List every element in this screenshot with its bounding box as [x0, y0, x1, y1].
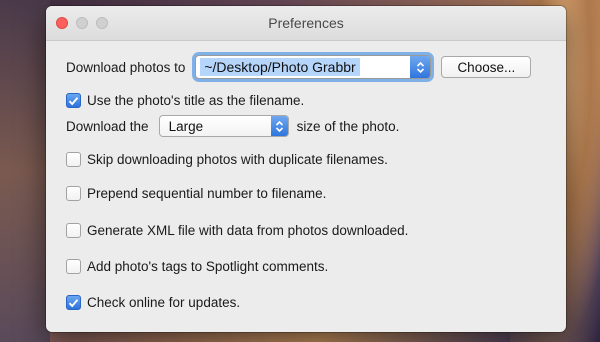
up-down-chevron-icon: [410, 56, 431, 78]
desktop-wallpaper-left: [0, 0, 50, 342]
download-location-label: Download photos to: [66, 59, 186, 75]
checkmark-icon: [68, 298, 79, 307]
title-bar: Preferences: [46, 6, 566, 41]
download-path-select[interactable]: ~/Desktop/Photo Grabbr: [195, 55, 432, 79]
choose-button[interactable]: Choose...: [441, 56, 532, 78]
check-updates-checkbox[interactable]: [66, 295, 81, 310]
skip-duplicates-checkbox[interactable]: [66, 152, 81, 167]
photo-size-row: Download the Large size of the photo.: [66, 115, 399, 137]
window-title: Preferences: [268, 15, 344, 31]
use-title-option[interactable]: Use the photo's title as the filename.: [66, 93, 304, 108]
generate-xml-option[interactable]: Generate XML file with data from photos …: [66, 223, 408, 238]
spotlight-tags-label: Add photo's tags to Spotlight comments.: [87, 259, 329, 274]
prepend-number-label: Prepend sequential number to filename.: [87, 186, 327, 201]
size-suffix-label: size of the photo.: [296, 118, 400, 134]
photo-size-value: Large: [168, 119, 204, 134]
generate-xml-label: Generate XML file with data from photos …: [87, 223, 409, 238]
download-path-value: ~/Desktop/Photo Grabbr: [200, 58, 360, 76]
spotlight-tags-checkbox[interactable]: [66, 259, 81, 274]
prepend-number-checkbox[interactable]: [66, 186, 81, 201]
prepend-number-option[interactable]: Prepend sequential number to filename.: [66, 186, 326, 201]
checkmark-icon: [68, 96, 79, 105]
up-down-chevron-icon: [270, 116, 288, 136]
download-location-row: Download photos to ~/Desktop/Photo Grabb…: [66, 55, 532, 79]
spotlight-tags-option[interactable]: Add photo's tags to Spotlight comments.: [66, 259, 328, 274]
preferences-content: Download photos to ~/Desktop/Photo Grabb…: [46, 41, 566, 332]
skip-duplicates-option[interactable]: Skip downloading photos with duplicate f…: [66, 152, 388, 167]
preferences-window: Preferences Download photos to ~/Desktop…: [46, 6, 566, 332]
generate-xml-checkbox[interactable]: [66, 223, 81, 238]
skip-duplicates-label: Skip downloading photos with duplicate f…: [87, 152, 388, 167]
check-updates-label: Check online for updates.: [87, 295, 241, 310]
photo-size-select[interactable]: Large: [158, 115, 289, 137]
check-updates-option[interactable]: Check online for updates.: [66, 295, 240, 310]
size-prefix-label: Download the: [66, 118, 149, 134]
use-title-label: Use the photo's title as the filename.: [87, 93, 305, 108]
use-title-checkbox[interactable]: [66, 93, 81, 108]
